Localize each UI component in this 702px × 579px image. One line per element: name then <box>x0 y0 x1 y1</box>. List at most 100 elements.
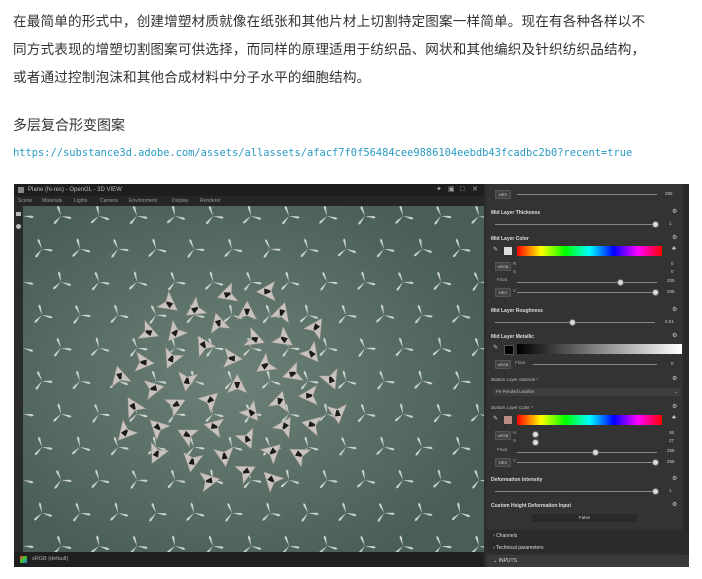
panel-scrollbar[interactable] <box>683 184 689 567</box>
bottom-color-hue-bar[interactable] <box>517 415 662 425</box>
reset-icon[interactable]: ⚙ <box>672 208 677 215</box>
color-picker-icon[interactable]: ♣ <box>672 246 676 252</box>
deformation-value: 1 <box>669 488 672 493</box>
top-slider[interactable] <box>517 194 657 195</box>
reset-icon[interactable]: ⚙ <box>672 375 677 382</box>
eyedropper-icon[interactable]: ✎ <box>493 246 498 253</box>
hex-button[interactable]: HEX <box>495 288 511 297</box>
bottom-color-s-knob[interactable] <box>532 439 539 446</box>
bottom-color-v-knob[interactable] <box>652 459 659 466</box>
mid-metallic-swatch[interactable] <box>504 345 514 355</box>
mid-thickness-slider[interactable] <box>495 224 655 225</box>
menu-scene[interactable]: Scene <box>18 196 32 206</box>
menu-environment[interactable]: Environment <box>129 196 157 206</box>
custom-height-field[interactable]: False <box>532 514 637 522</box>
channel-letter: V <box>513 288 517 293</box>
pin-icon[interactable]: ✦ <box>436 184 442 196</box>
mid-roughness-knob[interactable] <box>569 319 576 326</box>
mid-color-knob[interactable] <box>617 279 624 286</box>
bottom-color-swatch[interactable] <box>504 416 512 424</box>
section-label: Channels <box>496 533 518 539</box>
reset-icon[interactable]: ⚙ <box>672 475 677 482</box>
article-paragraph: 在最简单的形式中，创建增塑材质就像在纸张和其他片材上切割特定图案一样简单。现在有… <box>13 8 693 92</box>
mid-color-label: Mid Layer Color <box>491 236 529 242</box>
maximize-icon[interactable]: □ <box>460 184 464 196</box>
reset-icon[interactable]: ⚙ <box>672 501 677 508</box>
menu-materials[interactable]: Materials <box>42 196 62 206</box>
mid-color-v-knob[interactable] <box>652 289 659 296</box>
deformation-slider[interactable] <box>495 491 655 492</box>
paragraph-line: 同方式表现的增塑切割图案可供选择，而同样的原理适用于纺织品、网状和其他编织及针织… <box>13 42 646 58</box>
mid-color-slider[interactable] <box>517 282 657 283</box>
channel-letter: S <box>513 438 517 443</box>
mid-roughness-label: Mid Layer Roughness <box>491 308 543 314</box>
light-icon[interactable] <box>16 224 21 229</box>
3d-viewport[interactable] <box>23 206 484 552</box>
asset-link[interactable]: https://substance3d.adobe.com/assets/all… <box>13 147 632 159</box>
eyedropper-icon[interactable]: ✎ <box>493 415 498 422</box>
custom-height-label: Custom Height Deformation Input <box>491 503 571 509</box>
chevron-right-icon: › <box>493 533 495 539</box>
hex-button[interactable]: HEX <box>495 190 511 199</box>
mid-thickness-label: Mid Layer Thickness <box>491 210 541 216</box>
dropdown-value: Fe Peruled Leather <box>496 389 535 394</box>
float-label: Float <box>497 447 508 452</box>
section-label: INPUTS <box>498 558 517 564</box>
deformation-knob[interactable] <box>652 488 659 495</box>
channel-letter: V <box>513 458 517 463</box>
bottom-material-dropdown[interactable]: Fe Peruled Leather ⌄ <box>493 388 681 396</box>
viewport-statusbar: sRGB (default) <box>14 552 484 567</box>
srgb-button[interactable]: sRGB <box>495 262 511 271</box>
close-icon[interactable]: ✕ <box>472 184 478 196</box>
srgb-button[interactable]: sRGB <box>495 431 511 440</box>
hex-button[interactable]: HEX <box>495 458 511 467</box>
menu-camera[interactable]: Camera <box>100 196 118 206</box>
reset-icon[interactable]: ⚙ <box>672 403 677 410</box>
mid-metallic-gradient[interactable] <box>517 344 682 354</box>
menu-renderer[interactable]: Renderer <box>200 196 221 206</box>
channels-section[interactable]: › Channels <box>487 530 689 542</box>
mid-metallic-label: Mid Layer Metallic <box>491 334 535 340</box>
bottom-color-v-slider[interactable] <box>517 462 657 463</box>
bottom-color-slider[interactable] <box>517 452 657 453</box>
srgb-button[interactable]: sRGB <box>495 360 511 369</box>
channel-letter: R <box>513 261 517 266</box>
mid-color-r: 0 <box>671 261 674 266</box>
window-icon <box>18 187 24 193</box>
mid-thickness-value: 1 <box>669 221 672 226</box>
bottom-color-v2: 255 <box>667 459 675 464</box>
colorspace-label[interactable]: sRGB (default) <box>32 552 68 567</box>
mid-metallic-value: 0 <box>671 361 674 366</box>
mid-color-hue-bar[interactable] <box>517 246 662 256</box>
bottom-material-label: Bottom Layer Material * <box>491 377 539 382</box>
color-picker-icon[interactable]: ♣ <box>672 415 676 421</box>
viewport-menubar: Scene Materials Lights Camera Environmen… <box>14 196 484 206</box>
reset-icon[interactable]: ⚙ <box>672 332 677 339</box>
reset-icon[interactable]: ⚙ <box>672 306 677 313</box>
mid-roughness-value: 0.51 <box>665 319 674 324</box>
mid-color-swatch[interactable] <box>504 247 512 255</box>
window-title: Plane (hi-res) - OpenGL - 3D VIEW <box>28 187 122 193</box>
bottom-color-v1: 255 <box>667 448 675 453</box>
camera-icon[interactable] <box>16 212 21 216</box>
section-heading: 多层复合形变图案 <box>13 118 125 134</box>
menu-display[interactable]: Display <box>172 196 188 206</box>
inputs-section[interactable]: ⌄ INPUTS <box>487 555 689 567</box>
mid-thickness-knob[interactable] <box>652 221 659 228</box>
mid-color-v-slider[interactable] <box>517 292 657 293</box>
bottom-color-knob[interactable] <box>592 449 599 456</box>
section-label: Technical parameters <box>495 545 544 551</box>
menu-lights[interactable]: Lights <box>74 196 87 206</box>
mid-color-s: 0 <box>671 269 674 274</box>
reset-icon[interactable]: ⚙ <box>672 234 677 241</box>
properties-panel: HEX 255 Mid Layer Thickness ⚙ 1 Mid Laye… <box>487 184 689 567</box>
channel-letter: S <box>513 269 517 274</box>
technical-parameters-section[interactable]: › Technical parameters <box>487 542 689 554</box>
mid-metallic-slider[interactable] <box>533 364 657 365</box>
float-label: Float <box>515 360 526 365</box>
bottom-color-h: 36 <box>669 430 675 435</box>
bottom-color-s: 27 <box>669 438 675 443</box>
eyedropper-icon[interactable]: ✎ <box>493 344 498 351</box>
float-icon[interactable]: ▣ <box>448 184 455 196</box>
bottom-color-h-knob[interactable] <box>532 431 539 438</box>
